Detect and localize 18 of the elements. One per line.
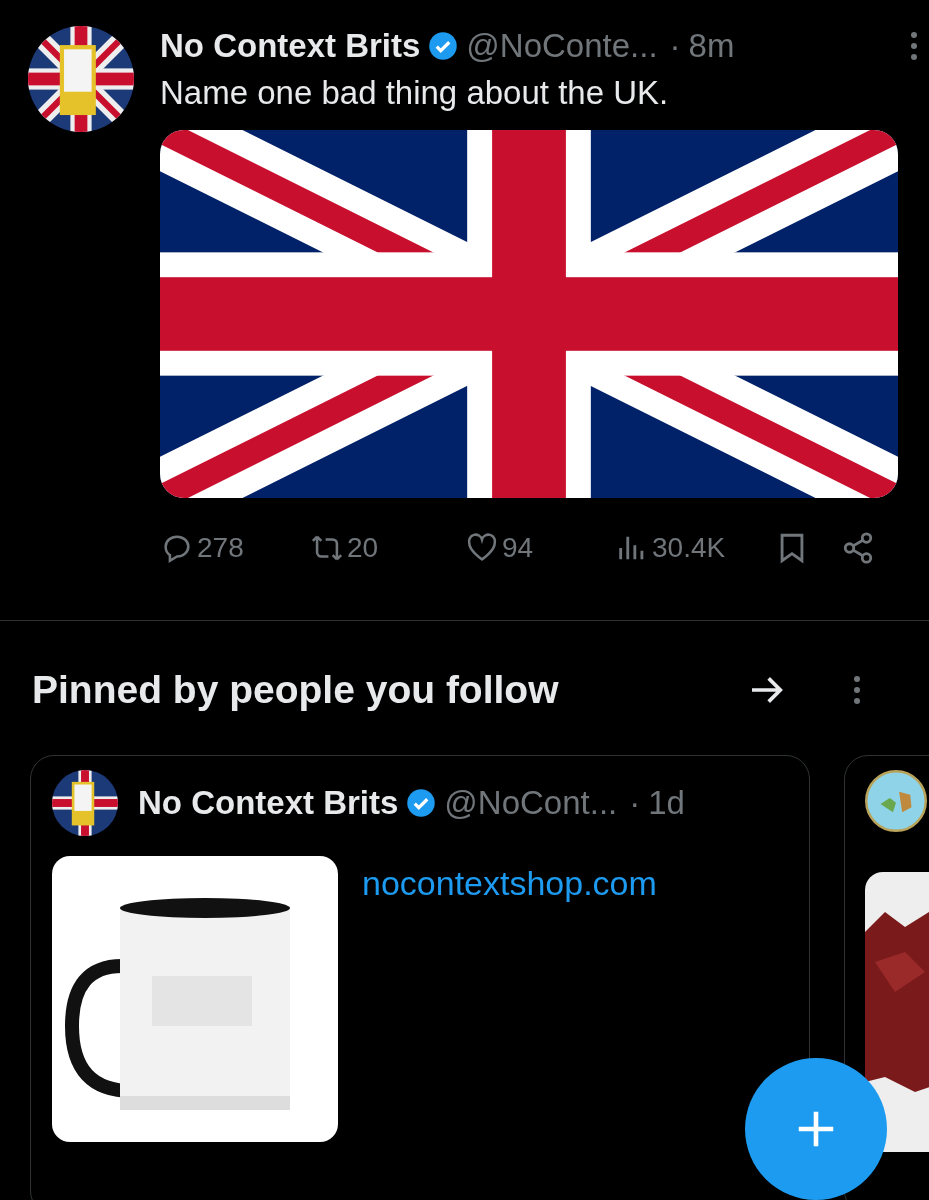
more-icon[interactable]: [910, 31, 918, 61]
action-count: 278: [197, 532, 244, 564]
post-time: 8m: [688, 27, 735, 65]
action-count: 30.4K: [652, 532, 726, 564]
link[interactable]: nocontextshop.com: [362, 864, 657, 904]
post-text: Name one bad thing about the UK.: [160, 74, 670, 112]
action-count: 20: [347, 532, 379, 564]
author-name[interactable]: No Context Brits: [160, 27, 421, 65]
author-handle[interactable]: @NoCont...: [444, 784, 618, 822]
more-icon[interactable]: [853, 675, 861, 705]
separator: ·: [669, 27, 681, 65]
separator: ·: [629, 784, 641, 822]
author-name[interactable]: No Context Brits: [138, 784, 399, 822]
section-title: Pinned by people you follow: [32, 668, 560, 712]
post-time: 1d: [648, 784, 685, 822]
action-count: 94: [502, 532, 534, 564]
share-icon[interactable]: [841, 531, 875, 565]
author-handle[interactable]: @NoConte...: [466, 27, 658, 65]
